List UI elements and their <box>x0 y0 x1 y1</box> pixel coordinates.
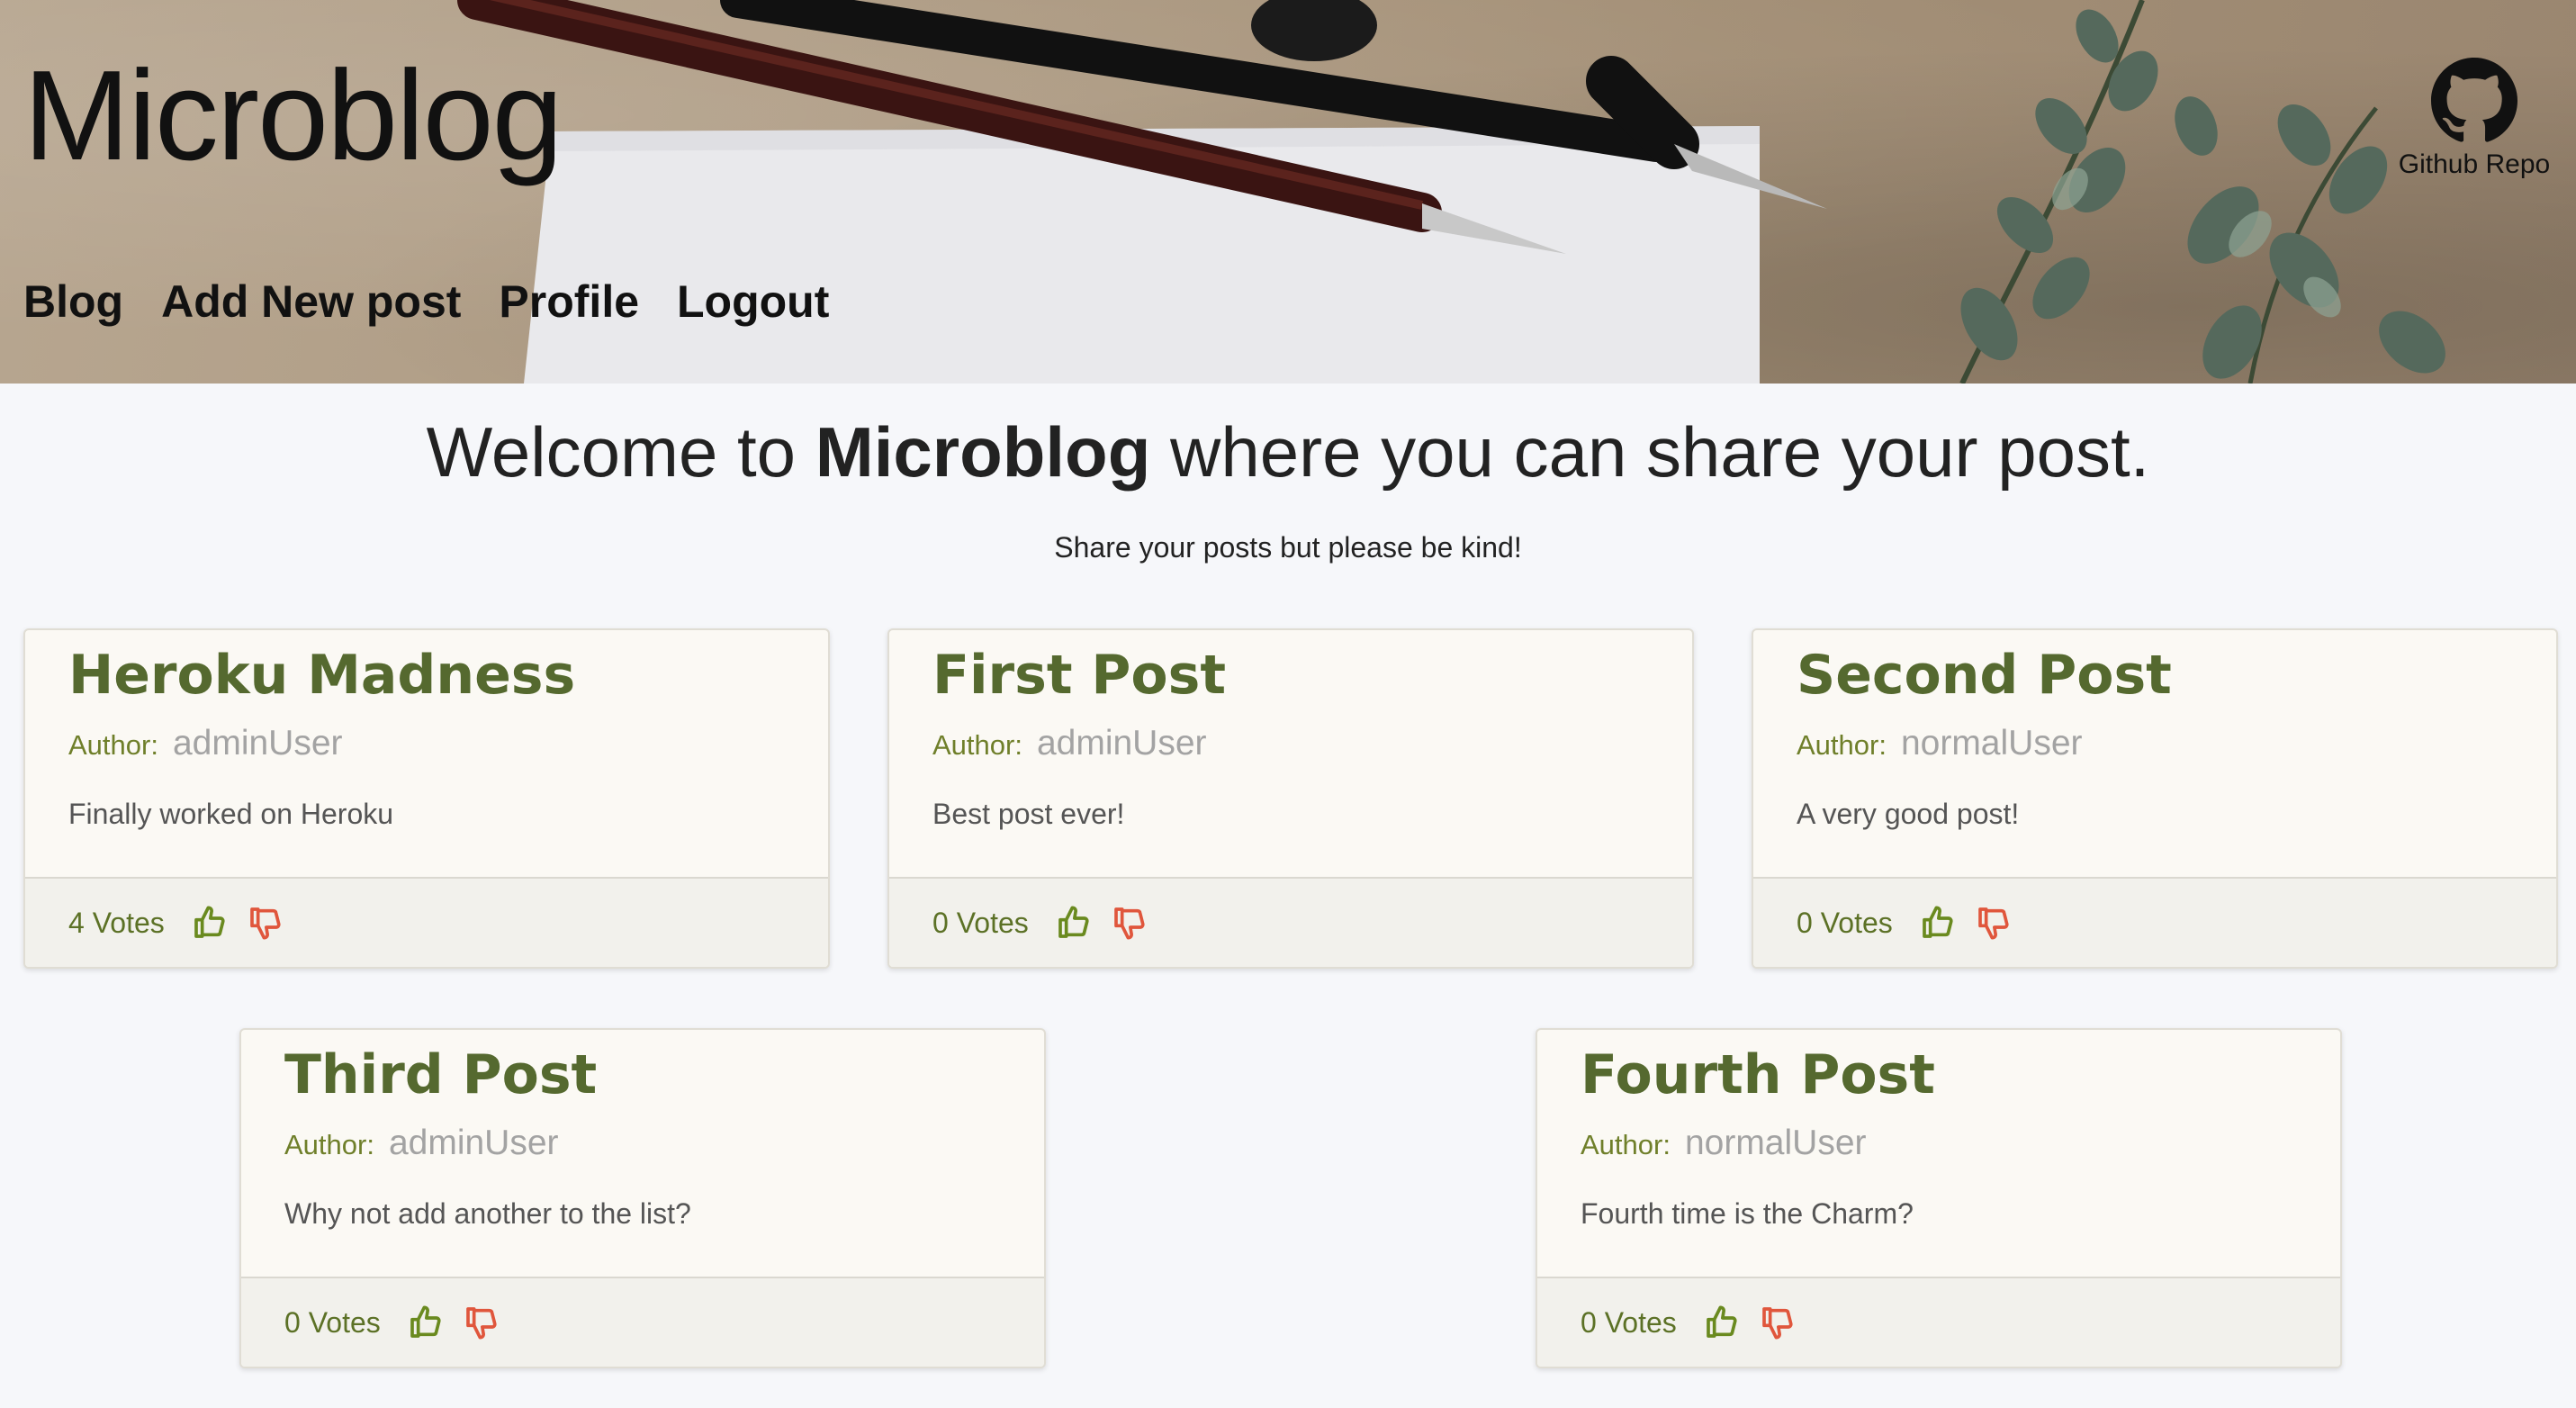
post-title[interactable]: Heroku Madness <box>68 643 785 708</box>
author-name: adminUser <box>388 1124 559 1162</box>
thumbs-down-icon[interactable] <box>1760 1304 1796 1340</box>
vote-count: 0 Votes <box>1797 906 1893 939</box>
post-card: Heroku Madness Author: adminUser Finally… <box>23 628 830 969</box>
nav-link-logout[interactable]: Logout <box>677 277 829 327</box>
author-name: adminUser <box>1036 724 1207 763</box>
post-title[interactable]: Second Post <box>1797 643 2513 708</box>
github-icon <box>2431 58 2517 142</box>
post-author: Author: adminUser <box>68 724 785 763</box>
main-nav: Blog Add New post Profile Logout <box>23 277 867 327</box>
welcome-heading: Welcome to Microblog where you can share… <box>0 412 2576 492</box>
post-author: Author: normalUser <box>1797 724 2513 763</box>
post-content: A very good post! <box>1797 798 2020 830</box>
author-label: Author: <box>932 729 1022 761</box>
author-name: normalUser <box>1900 724 2083 763</box>
thumbs-down-icon[interactable] <box>464 1304 500 1340</box>
post-author: Author: normalUser <box>1581 1124 2297 1163</box>
nav-link-profile[interactable]: Profile <box>499 277 639 327</box>
vote-count: 0 Votes <box>932 906 1029 939</box>
post-title[interactable]: Fourth Post <box>1581 1042 2297 1107</box>
post-card-footer: 0 Votes <box>889 877 1692 967</box>
thumbs-down-icon[interactable] <box>248 905 284 941</box>
vote-count: 0 Votes <box>1581 1305 1677 1339</box>
welcome-suffix: where you can share your post. <box>1150 412 2150 492</box>
welcome-brand: Microblog <box>815 412 1151 492</box>
post-card-body: First Post Author: adminUser Best post e… <box>889 630 1692 880</box>
post-card-body: Fourth Post Author: normalUser Fourth ti… <box>1537 1030 2340 1280</box>
post-card-footer: 4 Votes <box>25 877 828 967</box>
author-label: Author: <box>284 1129 374 1160</box>
post-card-footer: 0 Votes <box>1753 877 2556 967</box>
thumbs-up-icon[interactable] <box>408 1304 444 1340</box>
post-content: Fourth time is the Charm? <box>1581 1197 1914 1230</box>
post-content: Best post ever! <box>932 798 1125 830</box>
github-repo-link[interactable]: Github Repo <box>2389 58 2560 180</box>
author-label: Author: <box>68 729 158 761</box>
tagline: Share your posts but please be kind! <box>1054 531 1522 564</box>
author-label: Author: <box>1581 1129 1671 1160</box>
github-repo-label: Github Repo <box>2398 149 2551 179</box>
post-content: Finally worked on Heroku <box>68 798 394 830</box>
post-card-body: Second Post Author: normalUser A very go… <box>1753 630 2556 880</box>
thumbs-down-icon[interactable] <box>1976 905 2012 941</box>
vote-count: 0 Votes <box>284 1305 381 1339</box>
post-author: Author: adminUser <box>284 1124 1001 1163</box>
post-card: First Post Author: adminUser Best post e… <box>887 628 1694 969</box>
welcome-prefix: Welcome to <box>426 412 815 492</box>
post-card-body: Third Post Author: adminUser Why not add… <box>241 1030 1044 1280</box>
post-card-footer: 0 Votes <box>241 1277 1044 1367</box>
author-name: adminUser <box>172 724 343 763</box>
header-banner: Microblog Blog Add New post Profile Logo… <box>0 0 2576 384</box>
author-name: normalUser <box>1684 1124 1867 1162</box>
nav-link-add-new-post[interactable]: Add New post <box>161 277 461 327</box>
thumbs-up-icon[interactable] <box>1704 1304 1740 1340</box>
thumbs-up-icon[interactable] <box>1056 905 1092 941</box>
post-card: Third Post Author: adminUser Why not add… <box>239 1028 1046 1368</box>
post-title[interactable]: Third Post <box>284 1042 1001 1107</box>
site-title: Microblog <box>23 44 563 187</box>
thumbs-up-icon[interactable] <box>192 905 228 941</box>
post-card: Second Post Author: normalUser A very go… <box>1752 628 2558 969</box>
vote-count: 4 Votes <box>68 906 165 939</box>
post-card: Fourth Post Author: normalUser Fourth ti… <box>1536 1028 2342 1368</box>
post-card-footer: 0 Votes <box>1537 1277 2340 1367</box>
nav-link-blog[interactable]: Blog <box>23 277 123 327</box>
post-author: Author: adminUser <box>932 724 1649 763</box>
thumbs-down-icon[interactable] <box>1112 905 1148 941</box>
author-label: Author: <box>1797 729 1887 761</box>
post-card-body: Heroku Madness Author: adminUser Finally… <box>25 630 828 880</box>
post-title[interactable]: First Post <box>932 643 1649 708</box>
post-content: Why not add another to the list? <box>284 1197 691 1230</box>
thumbs-up-icon[interactable] <box>1920 905 1956 941</box>
